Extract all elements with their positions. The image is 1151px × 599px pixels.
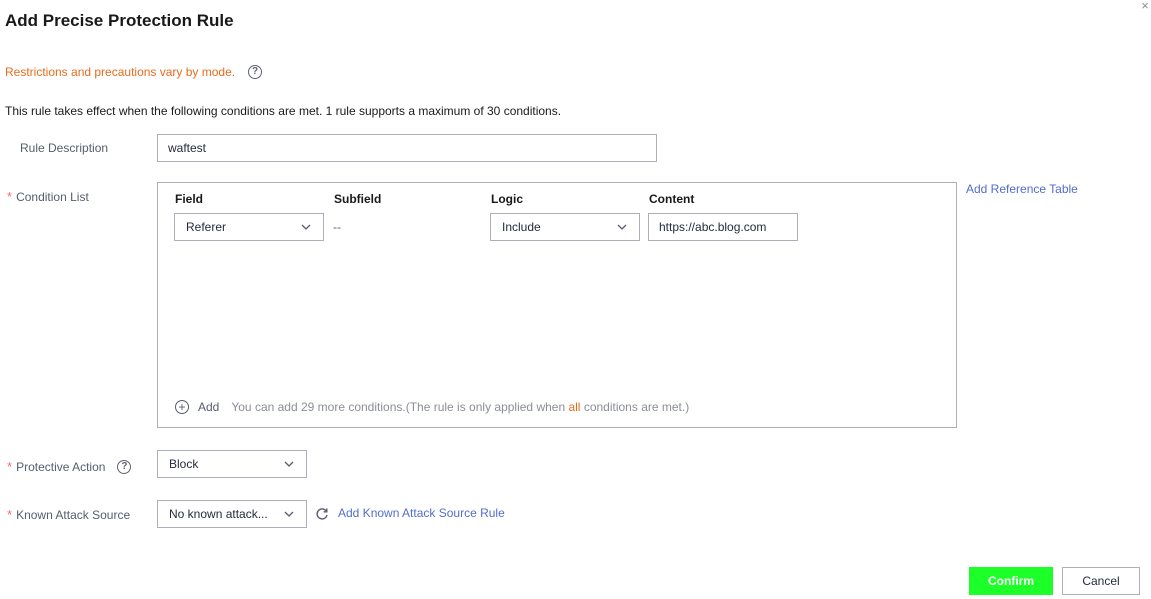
field-select-value: Referer xyxy=(186,220,227,234)
add-hint-prefix: You can add 29 more conditions.(The rule… xyxy=(231,400,569,414)
dialog-title: Add Precise Protection Rule xyxy=(5,11,234,30)
add-hint-suffix: conditions are met.) xyxy=(580,400,690,414)
protective-action-label-text: Protective Action xyxy=(16,459,106,474)
conditions-info: This rule takes effect when the followin… xyxy=(5,104,562,118)
condition-list-box: Field Subfield Logic Content Referer -- … xyxy=(157,182,957,428)
add-known-attack-source-link[interactable]: Add Known Attack Source Rule xyxy=(338,506,505,520)
known-attack-source-label-text: Known Attack Source xyxy=(16,507,131,522)
confirm-button[interactable]: Confirm xyxy=(969,567,1053,595)
help-icon[interactable]: ? xyxy=(248,65,263,79)
known-attack-source-select[interactable]: No known attack... xyxy=(157,500,307,528)
mode-notice-text: Restrictions and precautions vary by mod… xyxy=(5,65,236,79)
column-header-content: Content xyxy=(649,192,695,206)
add-hint-highlight: all xyxy=(568,400,581,414)
subfield-value: -- xyxy=(333,220,341,234)
chevron-down-icon xyxy=(284,461,294,467)
cancel-button[interactable]: Cancel xyxy=(1062,567,1140,595)
chevron-down-icon xyxy=(617,224,627,230)
column-header-field: Field xyxy=(175,192,204,206)
content-input[interactable]: https://abc.blog.com xyxy=(648,213,798,241)
required-mark: * xyxy=(7,459,13,474)
add-condition-hint: You can add 29 more conditions.(The rule… xyxy=(231,400,689,414)
protective-action-label: * Protective Action ? xyxy=(7,459,132,474)
known-attack-source-value: No known attack... xyxy=(169,507,268,521)
add-reference-table-link[interactable]: Add Reference Table xyxy=(966,182,1078,196)
protective-action-select[interactable]: Block xyxy=(157,450,307,478)
chevron-down-icon xyxy=(284,511,294,517)
field-select[interactable]: Referer xyxy=(174,213,324,241)
add-condition-button[interactable]: Add xyxy=(198,400,219,414)
column-header-subfield: Subfield xyxy=(334,192,382,206)
logic-select-value: Include xyxy=(502,220,541,234)
add-condition-row: + Add You can add 29 more conditions.(Th… xyxy=(175,400,689,414)
condition-list-label-text: Condition List xyxy=(16,189,89,204)
add-circle-icon[interactable]: + xyxy=(175,400,189,414)
refresh-icon[interactable] xyxy=(315,507,329,521)
column-header-logic: Logic xyxy=(491,192,523,206)
required-mark: * xyxy=(7,189,13,204)
logic-select[interactable]: Include xyxy=(490,213,640,241)
condition-list-label: * Condition List xyxy=(7,189,89,204)
required-mark: * xyxy=(7,507,13,522)
mode-notice: Restrictions and precautions vary by mod… xyxy=(5,65,263,79)
rule-description-label: Rule Description xyxy=(20,141,109,155)
rule-description-input[interactable]: waftest xyxy=(157,134,657,162)
chevron-down-icon xyxy=(301,224,311,230)
close-icon[interactable]: × xyxy=(1138,0,1151,14)
help-icon[interactable]: ? xyxy=(117,459,132,474)
protective-action-value: Block xyxy=(169,457,199,471)
known-attack-source-label: * Known Attack Source xyxy=(7,507,130,522)
